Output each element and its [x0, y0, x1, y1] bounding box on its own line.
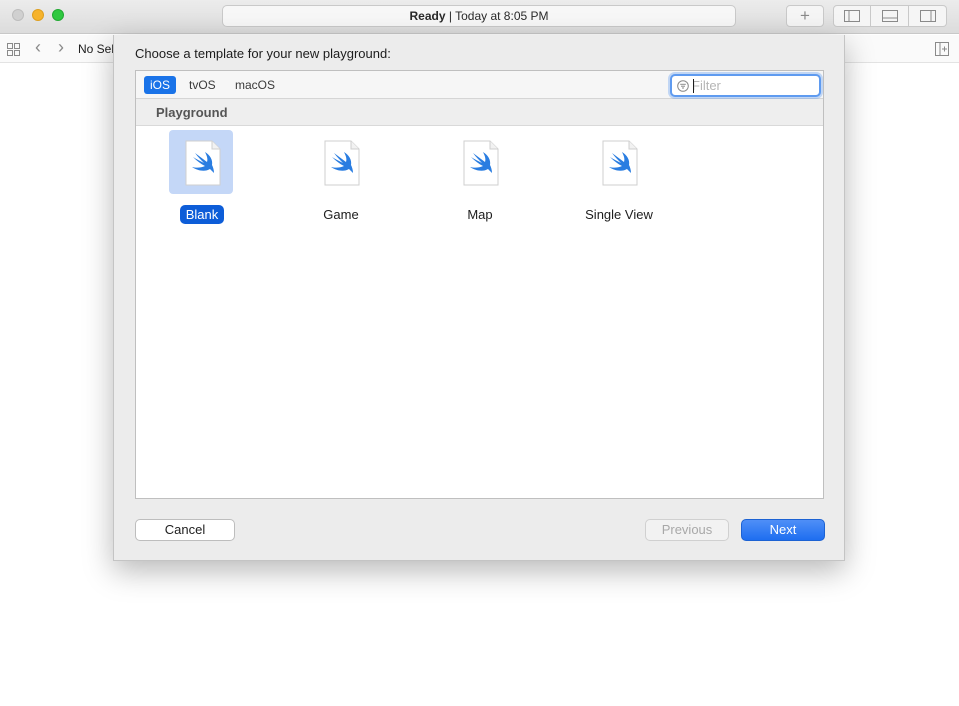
- tab-ios[interactable]: iOS: [144, 76, 177, 94]
- template-panel: iOS tvOS macOS Playground: [135, 70, 824, 499]
- zoom-window-button[interactable]: [52, 9, 64, 21]
- text-cursor: [693, 79, 694, 93]
- swift-document-icon: [602, 140, 638, 186]
- status-time: Today at 8:05 PM: [455, 9, 549, 23]
- playground-section-header: Playground: [136, 99, 823, 126]
- back-button[interactable]: ‹: [35, 37, 41, 58]
- template-label: Game: [291, 205, 391, 224]
- previous-button[interactable]: Previous: [645, 519, 729, 541]
- template-name: Blank: [179, 205, 225, 224]
- template-chooser-sheet: Choose a template for your new playgroun…: [113, 35, 845, 561]
- template-map[interactable]: Map: [430, 133, 530, 223]
- toggle-inspector-button[interactable]: [909, 5, 947, 27]
- toggle-navigator-button[interactable]: [833, 5, 871, 27]
- filter-input[interactable]: [692, 77, 816, 94]
- status-separator: |: [448, 9, 452, 23]
- related-items-button[interactable]: [7, 43, 20, 59]
- section-title: Playground: [156, 105, 228, 120]
- template-single-view[interactable]: Single View: [569, 133, 669, 223]
- cancel-button[interactable]: Cancel: [135, 519, 235, 541]
- bottom-panel-icon: [881, 10, 898, 22]
- add-editor-button[interactable]: [935, 42, 949, 61]
- forward-button[interactable]: ›: [58, 37, 64, 58]
- filter-field[interactable]: [670, 74, 821, 97]
- left-panel-icon: [844, 10, 860, 22]
- plus-icon: +: [800, 6, 810, 25]
- add-editor-icon: [935, 42, 949, 56]
- activity-status: Ready | Today at 8:05 PM: [222, 5, 736, 27]
- template-blank[interactable]: Blank: [152, 130, 252, 224]
- right-panel-icon: [919, 10, 936, 22]
- template-label: Blank: [152, 205, 252, 224]
- platform-tab-bar: iOS tvOS macOS: [136, 71, 823, 99]
- minimize-window-button[interactable]: [32, 9, 44, 21]
- library-add-button[interactable]: +: [786, 5, 824, 27]
- window-titlebar: Ready | Today at 8:05 PM +: [0, 0, 959, 34]
- toggle-debug-area-button[interactable]: [871, 5, 909, 27]
- template-name: Single View: [585, 207, 653, 222]
- swift-document-icon: [185, 140, 221, 186]
- tab-tvos[interactable]: tvOS: [183, 76, 222, 94]
- status-state: Ready: [409, 9, 446, 23]
- close-window-button[interactable]: [12, 9, 24, 21]
- swift-document-icon: [324, 140, 360, 186]
- template-label: Map: [430, 205, 530, 224]
- grid-icon: [7, 43, 20, 56]
- template-name: Game: [323, 207, 359, 222]
- swift-document-icon: [463, 140, 499, 186]
- next-button[interactable]: Next: [741, 519, 825, 541]
- sheet-title: Choose a template for your new playgroun…: [135, 46, 391, 61]
- template-name: Map: [467, 207, 493, 222]
- template-label: Single View: [569, 205, 669, 224]
- template-game[interactable]: Game: [291, 133, 391, 223]
- chevron-left-icon: ‹: [35, 37, 41, 57]
- filter-icon: [677, 80, 689, 92]
- tab-macos[interactable]: macOS: [229, 76, 281, 94]
- chevron-right-icon: ›: [58, 37, 64, 57]
